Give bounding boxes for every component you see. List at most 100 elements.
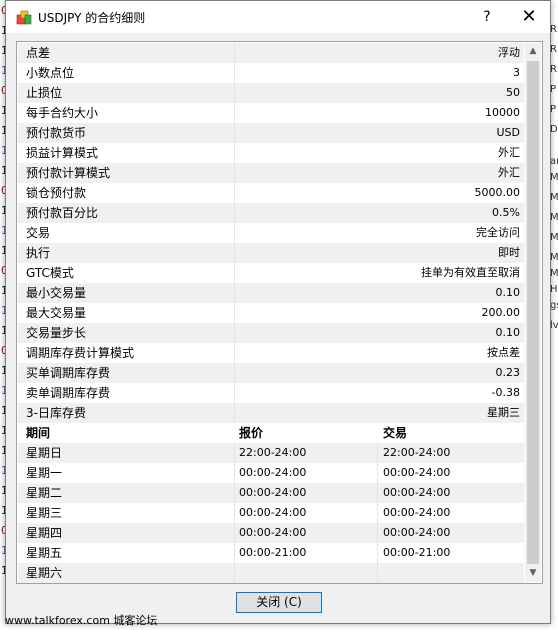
property-row[interactable]: 损益计算模式 外汇 (18, 143, 524, 163)
scroll-up-arrow-icon[interactable]: ▲ (525, 43, 541, 60)
session-quote-time: 00:00-24:00 (239, 526, 307, 539)
property-value: 200.00 (481, 306, 521, 319)
property-value: USD (496, 126, 520, 139)
session-trade-time: 00:00-24:00 (383, 526, 451, 539)
property-row[interactable]: 预付款计算模式 外汇 (18, 163, 524, 183)
property-value: 星期三 (487, 406, 520, 419)
close-icon[interactable]: ✕ (512, 3, 546, 31)
property-label: 小数点位 (26, 66, 75, 80)
property-rows: 点差 浮动小数点位 3 止损位 50 每手合约大小 10000 预付款货币 USD 损益计算模式外… (18, 43, 524, 583)
column-divider (234, 503, 235, 523)
property-value: 挂单为有效直至取消 (421, 266, 520, 279)
property-row[interactable]: 交易 完全访问 (18, 223, 524, 243)
property-value: 50 (506, 86, 520, 99)
sessions-header: 期间 报价 交易 (18, 423, 524, 443)
property-value: -0.38 (491, 386, 520, 399)
help-button[interactable]: ? (472, 3, 502, 31)
column-divider (377, 463, 378, 483)
session-row[interactable]: 星期一 00:00-24:00 00:00-24:00 (18, 463, 524, 483)
property-row[interactable]: 最小交易量 0.10 (18, 283, 524, 303)
property-value: 完全访问 (476, 226, 520, 239)
column-divider (234, 383, 235, 403)
property-label: 预付款计算模式 (26, 166, 111, 180)
property-value: 3 (513, 66, 520, 79)
property-value: 按点差 (487, 346, 520, 359)
property-label: 交易量步长 (26, 326, 87, 340)
property-label: 3-日库存费 (26, 406, 86, 420)
property-row[interactable]: 执行 即时 (18, 243, 524, 263)
symbol-specification-dialog: USDJPY 的合约细则 ? ✕ 点差 浮动小数点位 3 止损位 50 每手合约大小 100… (5, 0, 551, 624)
scrollbar-thumb[interactable] (527, 61, 539, 564)
session-row[interactable]: 星期三 00:00-24:00 00:00-24:00 (18, 503, 524, 523)
column-divider (234, 163, 235, 183)
column-divider (234, 243, 235, 263)
property-row[interactable]: 买单调期库存费 0.23 (18, 363, 524, 383)
column-divider (234, 123, 235, 143)
background-label: R (550, 24, 557, 35)
background-label: Ma (550, 192, 558, 203)
property-label: 预付款货币 (26, 126, 87, 140)
column-divider (234, 483, 235, 503)
property-value: 0.10 (495, 286, 521, 299)
session-quote-time: 00:00-24:00 (239, 486, 307, 499)
session-trade-time: 00:00-24:00 (383, 506, 451, 519)
column-divider (377, 543, 378, 563)
column-divider (234, 563, 235, 583)
session-quote-time: 00:00-24:00 (239, 506, 307, 519)
property-row[interactable]: 最大交易量 200.00 (18, 303, 524, 323)
column-divider (234, 103, 235, 123)
session-row[interactable]: 星期二 00:00-24:00 00:00-24:00 (18, 483, 524, 503)
column-divider (234, 63, 235, 83)
property-row[interactable]: 3-日库存费 星期三 (18, 403, 524, 423)
session-row[interactable]: 星期五 00:00-21:00 00:00-21:00 (18, 543, 524, 563)
property-row[interactable]: 卖单调期库存费 -0.38 (18, 383, 524, 403)
column-divider (234, 143, 235, 163)
column-divider (377, 563, 378, 583)
property-row[interactable]: 点差 浮动 (18, 43, 524, 63)
column-divider (377, 503, 378, 523)
watermark-text: www.talkforex.com 城客论坛 (5, 614, 158, 627)
property-label: 调期库存费计算模式 (26, 346, 135, 360)
vertical-scrollbar[interactable]: ▲ ▼ (525, 43, 541, 582)
property-row[interactable]: 预付款货币 USD (18, 123, 524, 143)
specification-list[interactable]: 点差 浮动小数点位 3 止损位 50 每手合约大小 10000 预付款货币 USD 损益计算模式外… (16, 41, 543, 584)
property-row[interactable]: 调期库存费计算模式 按点差 (18, 343, 524, 363)
session-row[interactable]: 星期六 (18, 563, 524, 583)
column-divider (234, 343, 235, 363)
property-row[interactable]: GTC模式 挂单为有效直至取消 (18, 263, 524, 283)
property-row[interactable]: 交易量步长 0.10 (18, 323, 524, 343)
property-row[interactable]: 小数点位 3 (18, 63, 524, 83)
background-label: H (550, 284, 558, 295)
column-divider (234, 223, 235, 243)
background-label: Ma (550, 252, 558, 263)
property-row[interactable]: 每手合约大小 10000 (18, 103, 524, 123)
column-divider (234, 83, 235, 103)
column-divider (234, 403, 235, 423)
column-divider (234, 183, 235, 203)
column-divider (234, 303, 235, 323)
session-row[interactable]: 星期日 22:00-24:00 22:00-24:00 (18, 443, 524, 463)
property-label: 买单调期库存费 (26, 366, 111, 380)
property-row[interactable]: 预付款百分比 0.5% (18, 203, 524, 223)
column-divider (234, 283, 235, 303)
background-label: Ma (550, 212, 558, 223)
property-label: 最小交易量 (26, 286, 87, 300)
property-row[interactable]: 止损位 50 (18, 83, 524, 103)
scroll-down-arrow-icon[interactable]: ▼ (525, 565, 541, 582)
property-value: 外汇 (498, 146, 520, 159)
column-divider (234, 263, 235, 283)
property-label: 止损位 (26, 86, 63, 100)
session-row[interactable]: 星期四 00:00-24:00 00:00-24:00 (18, 523, 524, 543)
dialog-title: USDJPY 的合约细则 (38, 11, 146, 25)
background-label: ar (550, 156, 558, 167)
session-day: 星期二 (26, 486, 63, 500)
property-value: 10000 (485, 106, 520, 119)
property-label: 卖单调期库存费 (26, 386, 111, 400)
background-label: R (550, 64, 557, 75)
property-row[interactable]: 锁仓预付款 5000.00 (18, 183, 524, 203)
close-button[interactable]: 关闭 (C) (236, 592, 322, 613)
title-bar: USDJPY 的合约细则 ? ✕ (6, 1, 550, 33)
background-label: D (550, 124, 558, 135)
column-divider (234, 543, 235, 563)
column-divider (234, 463, 235, 483)
